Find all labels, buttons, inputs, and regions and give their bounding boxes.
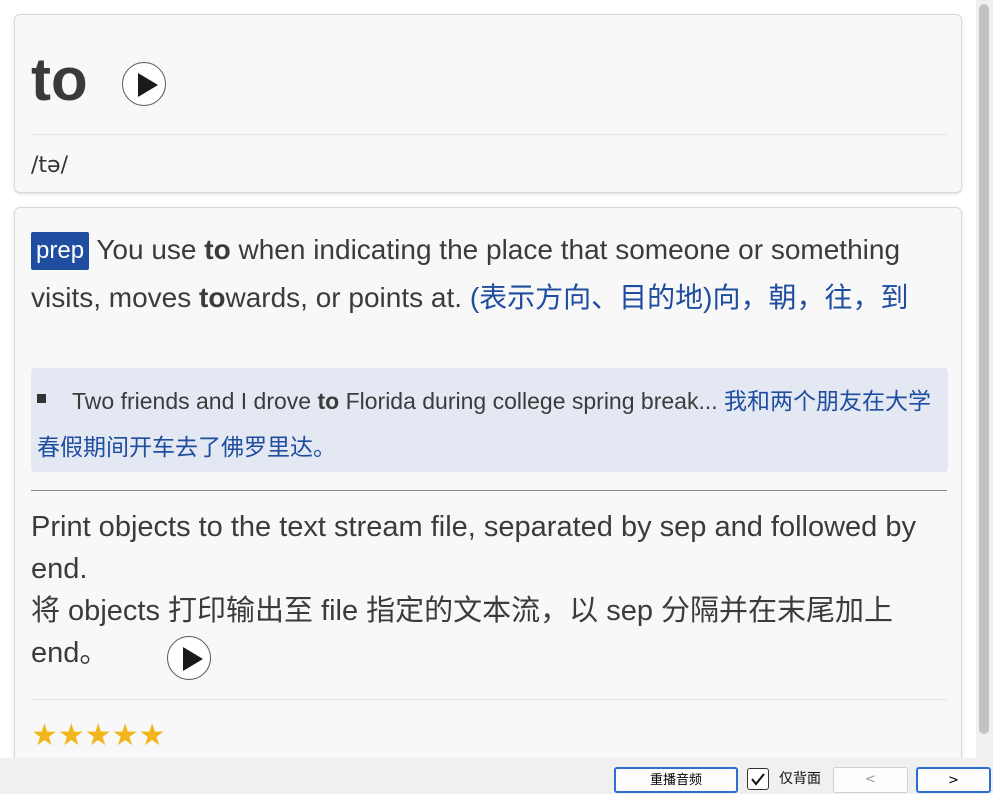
example-text-part: Two friends and I drove	[72, 388, 318, 414]
example-text-part: Florida during college spring break...	[339, 388, 724, 414]
back-only-checkbox[interactable]	[747, 768, 769, 790]
next-button[interactable]: >	[916, 767, 991, 793]
previous-button[interactable]: <	[833, 767, 908, 793]
definition: prep You use to when indicating the plac…	[31, 226, 931, 322]
phonetic: /tə/	[31, 153, 68, 178]
example-sentence-box: Two friends and I drove to Florida durin…	[31, 368, 948, 472]
sentence-english: Print objects to the text stream file, s…	[31, 511, 916, 585]
example-text: Two friends and I drove to Florida durin…	[37, 378, 937, 470]
play-icon	[183, 647, 203, 671]
back-only-label: 仅背面	[779, 771, 821, 787]
definition-keyword: to	[199, 282, 226, 313]
example-keyword: to	[317, 388, 340, 414]
divider	[31, 134, 947, 135]
play-word-audio-button[interactable]	[122, 62, 166, 106]
play-icon	[138, 73, 158, 97]
headword: to	[31, 46, 88, 113]
scrollbar-thumb[interactable]	[979, 4, 989, 734]
word-card: to /tə/	[14, 14, 962, 193]
definition-chinese: (表示方向、目的地)向，朝，往，到	[469, 282, 909, 313]
definition-text: wards, or points at.	[225, 282, 470, 313]
replay-audio-button[interactable]: 重播音频	[614, 767, 738, 793]
definition-card: prep You use to when indicating the plac…	[14, 207, 962, 767]
definition-text: You use	[89, 234, 205, 265]
definition-keyword: to	[204, 234, 231, 265]
star-rating: ★★★★★	[31, 718, 166, 753]
checkmark-icon	[751, 773, 765, 786]
bottom-toolbar: 重播音频 仅背面 < >	[0, 758, 993, 794]
part-of-speech-badge: prep	[31, 232, 90, 270]
divider	[31, 699, 947, 700]
play-sentence-audio-button[interactable]	[167, 636, 211, 680]
divider	[31, 490, 947, 491]
